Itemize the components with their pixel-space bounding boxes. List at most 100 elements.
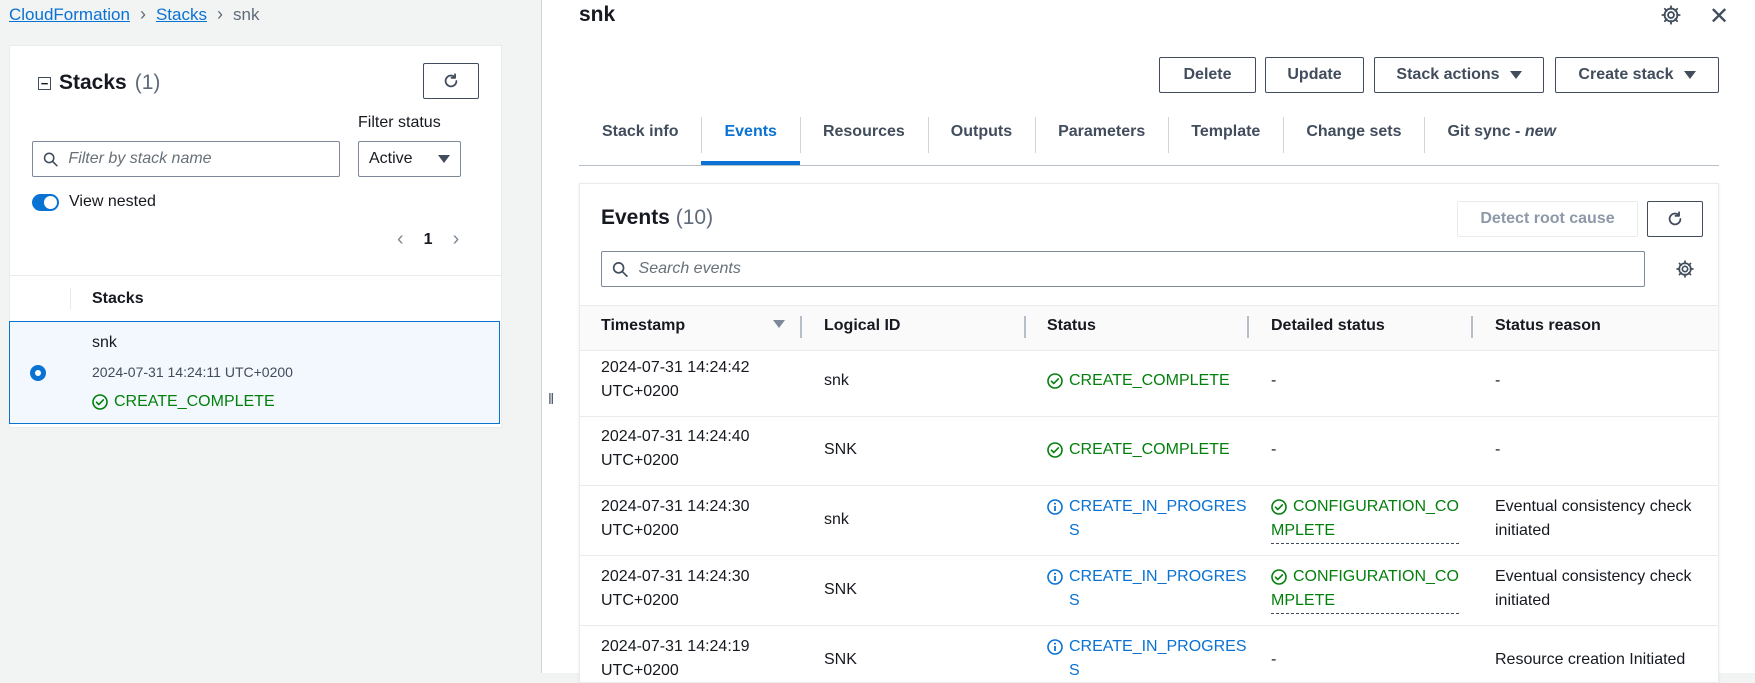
column-header-logical-id[interactable]: Logical ID [824, 317, 900, 335]
previous-page-icon[interactable]: ‹ [397, 228, 404, 251]
detect-root-cause-button[interactable]: Detect root cause [1457, 201, 1638, 237]
column-header-status-reason[interactable]: Status reason [1495, 317, 1601, 335]
table-row-status[interactable]: CREATE_IN_PROGRES S [1047, 635, 1247, 683]
stack-name[interactable]: snk [92, 334, 117, 352]
refresh-stacks-button[interactable] [423, 63, 479, 99]
table-settings-icon[interactable] [1675, 259, 1695, 279]
search-events-field[interactable] [601, 251, 1645, 287]
table-row-timestamp: 2024-07-31 14:24:30 UTC+0200 [601, 565, 750, 613]
detailed-status-text: CONFIGURATION_CO [1293, 568, 1459, 585]
settings-icon[interactable] [1660, 4, 1682, 26]
column-header-detailed-status[interactable]: Detailed status [1271, 317, 1385, 335]
tab-git-sync[interactable]: Git sync - new [1424, 113, 1578, 153]
update-button[interactable]: Update [1265, 57, 1364, 93]
filter-stack-name-input[interactable] [66, 149, 339, 169]
table-row-logical-id: snk [824, 511, 849, 528]
timestamp-date: 2024-07-31 14:24:30 [601, 568, 750, 585]
stacks-column-header: Stacks [92, 290, 144, 307]
create-stack-label: Create stack [1578, 66, 1674, 83]
tab-outputs[interactable]: Outputs [927, 113, 1035, 153]
tab-git-sync-label: Git sync - [1447, 123, 1525, 140]
timestamp-zone: UTC+0200 [601, 383, 679, 400]
detailed-status-text-wrap: MPLETE [1271, 589, 1459, 614]
table-row-status-reason: - [1495, 441, 1501, 458]
delete-button-label: Delete [1183, 66, 1232, 83]
stack-actions-button[interactable]: Stack actions [1374, 57, 1544, 93]
stacks-title-text: Stacks [59, 71, 127, 94]
status-reason-text: Eventual consistency check [1495, 498, 1692, 515]
info-circle-icon [1047, 569, 1063, 585]
filter-status-select[interactable]: Active [358, 141, 461, 177]
stacks-count: (1) [134, 71, 161, 94]
create-stack-button[interactable]: Create stack [1555, 57, 1719, 93]
tab-resources[interactable]: Resources [799, 113, 928, 153]
page-number[interactable]: 1 [424, 231, 433, 249]
refresh-events-button[interactable] [1647, 201, 1703, 237]
breadcrumb-cloudformation-link[interactable]: CloudFormation [9, 5, 130, 25]
table-row-detailed-status: - [1271, 372, 1277, 389]
panel-splitter[interactable] [541, 0, 542, 673]
table-row-status: CREATE_COMPLETE [1047, 438, 1230, 462]
row-divider [580, 555, 1718, 556]
tab-events[interactable]: Events [701, 113, 801, 165]
collapse-icon[interactable]: − [38, 76, 51, 90]
delete-button[interactable]: Delete [1159, 57, 1256, 93]
next-page-icon[interactable]: › [453, 228, 460, 251]
table-row-status[interactable]: CREATE_IN_PROGRES S [1047, 565, 1247, 613]
tab-change-sets[interactable]: Change sets [1283, 113, 1424, 153]
check-circle-icon [1271, 569, 1287, 585]
table-row-detailed-status[interactable]: CONFIGURATION_CO MPLETE [1271, 495, 1459, 544]
breadcrumb: CloudFormation › Stacks › snk [9, 4, 259, 25]
table-row-status-reason: Resource creation Initiated [1495, 651, 1686, 668]
pagination: ‹ 1 › [397, 228, 459, 251]
table-row-logical-id: SNK [824, 651, 857, 668]
detect-root-cause-label: Detect root cause [1480, 210, 1615, 227]
status-text: CREATE_COMPLETE [1069, 441, 1230, 458]
status-text-wrap: S [1069, 662, 1080, 679]
table-row-status-reason: Eventual consistency check initiated [1495, 495, 1692, 543]
timestamp-zone: UTC+0200 [601, 662, 679, 679]
caret-down-icon [438, 155, 450, 163]
tab-parameters[interactable]: Parameters [1035, 113, 1168, 153]
status-reason-text-wrap: initiated [1495, 522, 1551, 539]
chevron-right-icon: › [139, 4, 146, 24]
table-row-detailed-status[interactable]: CONFIGURATION_CO MPLETE [1271, 565, 1459, 614]
column-separator[interactable] [800, 316, 802, 338]
column-separator[interactable] [1024, 316, 1026, 338]
table-row-timestamp: 2024-07-31 14:24:40 UTC+0200 [601, 425, 750, 473]
column-header-timestamp[interactable]: Timestamp [601, 317, 685, 335]
column-separator[interactable] [1247, 316, 1249, 338]
search-events-input[interactable] [636, 259, 1644, 279]
status-text-wrap: S [1069, 592, 1080, 609]
new-badge: new [1524, 123, 1556, 140]
table-row-status: CREATE_COMPLETE [1047, 369, 1230, 393]
status-text: CREATE_IN_PROGRES [1069, 638, 1247, 655]
detailed-status-text: CONFIGURATION_CO [1293, 498, 1459, 515]
timestamp-date: 2024-07-31 14:24:19 [601, 638, 750, 655]
table-row-timestamp: 2024-07-31 14:24:19 UTC+0200 [601, 635, 750, 683]
info-circle-icon [1047, 639, 1063, 655]
filter-status-label: Filter status [358, 114, 441, 131]
events-title: Events (10) [601, 206, 713, 230]
sort-descending-icon[interactable] [773, 320, 785, 328]
table-row-logical-id: SNK [824, 441, 857, 458]
stack-radio-selected[interactable] [30, 365, 46, 381]
drag-handle-icon[interactable]: ‖ [548, 391, 555, 408]
tab-template[interactable]: Template [1168, 113, 1283, 153]
refresh-icon [1668, 211, 1682, 226]
table-row-status[interactable]: CREATE_IN_PROGRES S [1047, 495, 1247, 543]
tab-stack-info[interactable]: Stack info [579, 113, 701, 151]
breadcrumb-stacks-link[interactable]: Stacks [156, 5, 207, 25]
row-divider [580, 625, 1718, 626]
close-icon[interactable]: ✕ [1709, 2, 1729, 31]
table-row-timestamp: 2024-07-31 14:24:42 UTC+0200 [601, 356, 750, 404]
timestamp-date: 2024-07-31 14:24:42 [601, 359, 750, 376]
table-row-status-reason: Eventual consistency check initiated [1495, 565, 1692, 613]
detailed-status-text-wrap: MPLETE [1271, 519, 1459, 544]
table-row-logical-id: SNK [824, 581, 857, 598]
column-header-status[interactable]: Status [1047, 317, 1096, 335]
column-separator[interactable] [1471, 316, 1473, 338]
filter-stack-name-field[interactable] [32, 141, 340, 177]
view-nested-toggle[interactable] [32, 193, 59, 211]
check-circle-icon [92, 394, 108, 410]
